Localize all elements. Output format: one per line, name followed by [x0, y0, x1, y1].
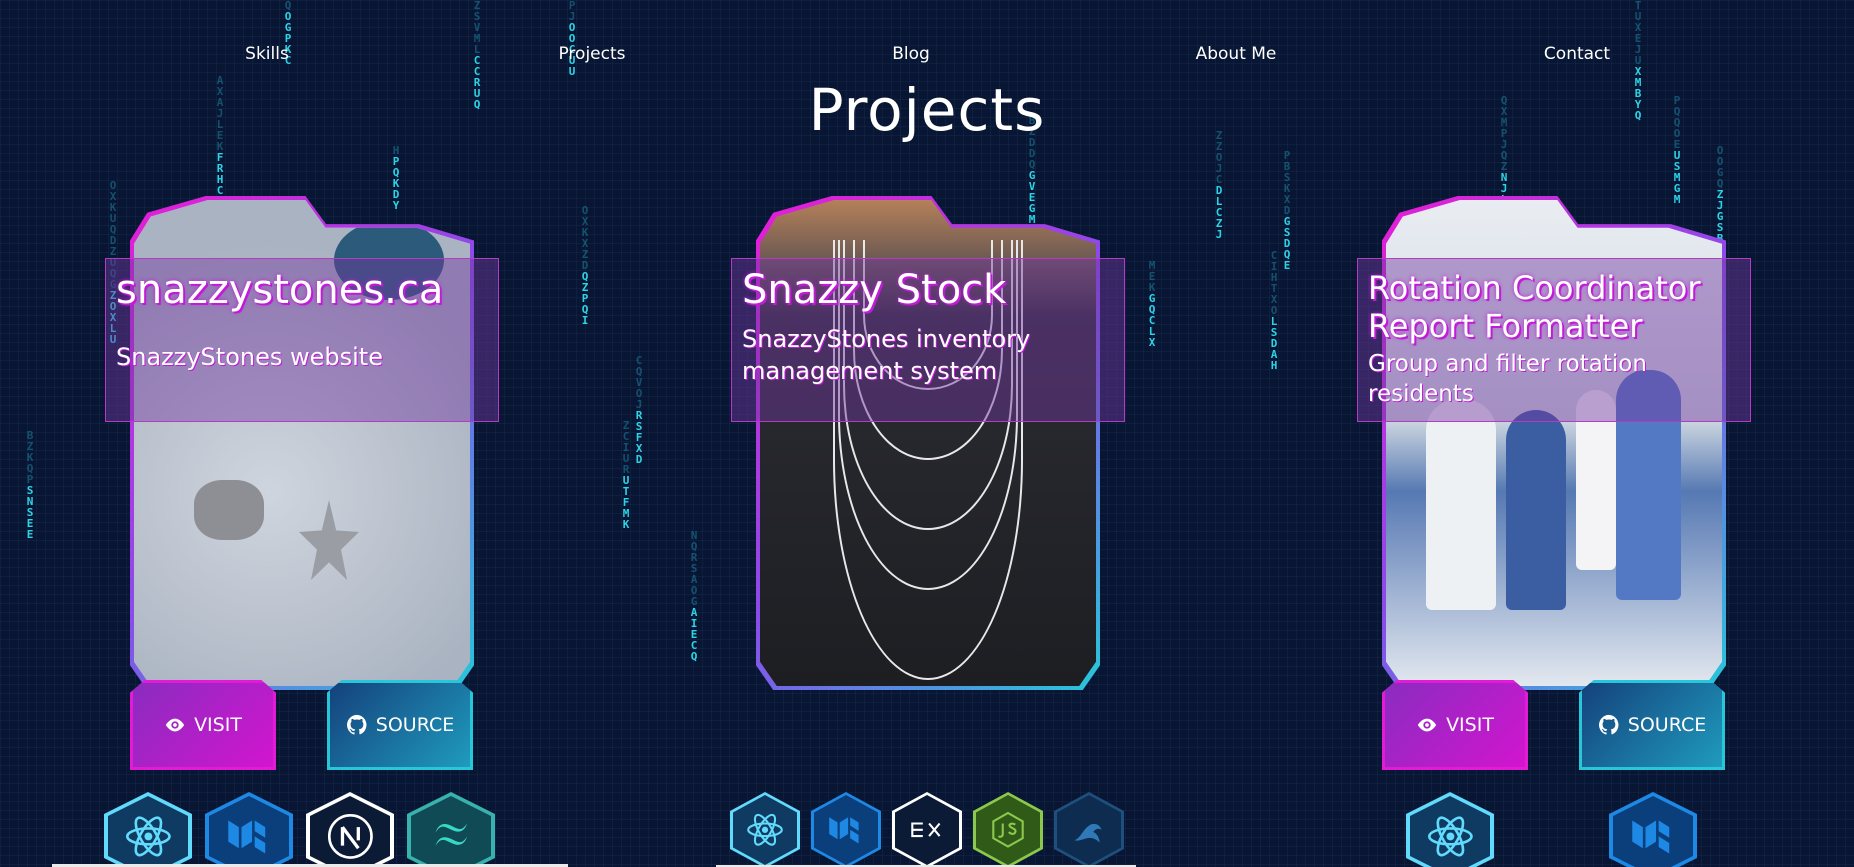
visit-button[interactable]: VISIT	[130, 680, 276, 770]
nextjs-icon	[306, 792, 394, 867]
mui-logo-glyph	[829, 817, 859, 844]
project-description: SnazzyStones inventory management system	[742, 325, 1031, 385]
express-logo-glyph	[911, 822, 941, 838]
matrix-rain-column: OXKXZDQZPQI	[581, 204, 589, 327]
github-icon	[1598, 714, 1619, 735]
express-icon	[892, 792, 962, 867]
matrix-rain-column: ZCIURUTFMK	[622, 419, 630, 531]
nodejs-logo-glyph	[992, 811, 1024, 849]
tailwind-icon	[407, 792, 495, 867]
eye-icon	[165, 718, 185, 732]
matrix-rain-column: PBSKXDGSDQE	[1283, 149, 1291, 272]
project-title: Rotation Coordinator Report Formatter	[1368, 269, 1701, 345]
matrix-rain-column: BZKQPSNSEE	[26, 429, 34, 541]
person-scrubs-shape	[1506, 410, 1566, 610]
visit-button-label: VISIT	[1446, 714, 1494, 736]
matrix-rain-column: NQRSAOGAIECQ	[690, 529, 698, 663]
material-ui-icon	[811, 792, 881, 867]
mui-logo-glyph	[227, 820, 265, 854]
tailwind-logo-glyph	[435, 822, 467, 846]
starfish-charm-shape	[299, 500, 359, 580]
matrix-rain-column: CQVOJRSFXD	[635, 354, 643, 466]
matrix-rain-column: MEKGQCLX	[1148, 259, 1156, 349]
matrix-rain-column: CIHTXOLSDAH	[1270, 249, 1278, 372]
octopus-charm-shape	[194, 480, 264, 540]
mysql-logo-glyph	[1074, 824, 1102, 843]
project-title: Snazzy Stock	[742, 267, 1007, 313]
visit-button-label: VISIT	[194, 714, 242, 736]
project-info-overlay: Rotation Coordinator Report Formatter Gr…	[1357, 258, 1751, 422]
project-info-overlay: Snazzy Stock SnazzyStones inventory mana…	[731, 258, 1125, 422]
react-logo-glyph	[1427, 815, 1473, 857]
project-info-overlay: snazzystones.ca SnazzyStones website	[105, 258, 499, 422]
react-icon	[104, 792, 192, 867]
mui-logo-glyph	[1631, 820, 1669, 854]
project-title: snazzystones.ca	[116, 267, 444, 313]
nextjs-logo-glyph	[327, 813, 373, 859]
visit-button[interactable]: VISIT	[1382, 680, 1528, 770]
nodejs-icon	[973, 792, 1043, 867]
react-logo-glyph	[125, 815, 171, 857]
matrix-rain-column: ZZOJCDLCZJ	[1215, 129, 1223, 241]
project-description: Group and filter rotation residents	[1368, 351, 1647, 407]
page-title: Projects	[808, 76, 1046, 144]
react-icon	[1406, 792, 1494, 867]
nav-link-about-me[interactable]: About Me	[1196, 44, 1277, 64]
nav-link-skills[interactable]: Skills	[245, 44, 289, 64]
mysql-icon	[1054, 792, 1124, 867]
nav-link-blog[interactable]: Blog	[892, 44, 930, 64]
github-icon	[346, 714, 367, 735]
source-button[interactable]: SOURCE	[1579, 680, 1725, 770]
person-white-coat-shape	[1426, 400, 1496, 610]
source-button[interactable]: SOURCE	[327, 680, 473, 770]
project-description: SnazzyStones website	[116, 343, 383, 371]
react-logo-glyph	[747, 814, 783, 846]
eye-icon	[1417, 718, 1437, 732]
material-ui-icon	[205, 792, 293, 867]
source-button-label: SOURCE	[1627, 714, 1707, 736]
nav-link-contact[interactable]: Contact	[1544, 44, 1610, 64]
source-button-label: SOURCE	[375, 714, 455, 736]
react-icon	[730, 792, 800, 867]
top-navigation: Skills Projects Blog About Me Contact	[0, 44, 1854, 68]
nav-link-projects[interactable]: Projects	[558, 44, 625, 64]
material-ui-icon	[1609, 792, 1697, 867]
